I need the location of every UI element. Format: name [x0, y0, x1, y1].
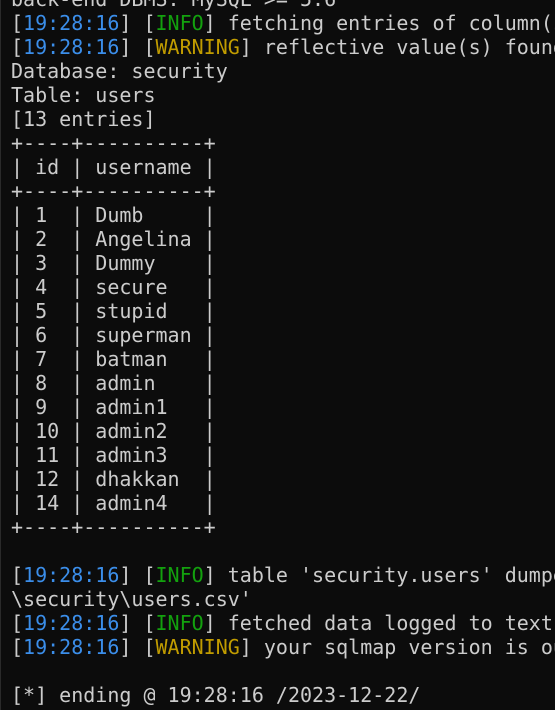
table-row: | 11 | admin3 |	[11, 443, 216, 467]
table-row: | 3 | Dummy |	[11, 251, 216, 275]
log-timestamp: 19:28:16	[23, 563, 120, 587]
terminal-output: back-end DBMS: MySQL >= 5.6 [19:28:16] […	[11, 0, 555, 707]
log-line-warning: [19:28:16] [WARNING] your sqlmap version…	[11, 635, 555, 659]
log-message: your sqlmap version is ou	[251, 635, 555, 659]
table-row: | 2 | Angelina |	[11, 227, 216, 251]
log-level-info: INFO	[155, 563, 204, 587]
table-row: | 5 | stupid |	[11, 299, 216, 323]
log-line-info: [19:28:16] [INFO] fetching entries of co…	[11, 11, 555, 35]
table-header: | id | username |	[11, 155, 216, 179]
log-line-info: [19:28:16] [INFO] table 'security.users'…	[11, 563, 555, 587]
table-label: Table: users	[11, 83, 156, 107]
ending-line: [*] ending @ 19:28:16 /2023-12-22/	[11, 683, 421, 707]
table-row: | 7 | batman |	[11, 347, 216, 371]
table-row: | 6 | superman |	[11, 323, 216, 347]
window-edge	[0, 0, 1, 710]
log-message: fetching entries of column(s	[215, 11, 555, 35]
log-timestamp: 19:28:16	[23, 611, 120, 635]
log-level-warning: WARNING	[155, 35, 240, 59]
entries-count: [13 entries]	[11, 107, 156, 131]
log-timestamp: 19:28:16	[23, 635, 120, 659]
table-border-top: +----+----------+	[11, 131, 216, 155]
table-row: | 14 | admin4 |	[11, 491, 216, 515]
log-message: fetched data logged to text	[215, 611, 553, 635]
log-message: reflective value(s) found	[251, 35, 555, 59]
table-row: | 9 | admin1 |	[11, 395, 216, 419]
log-line-continuation: \security\users.csv'	[11, 587, 555, 611]
table-row: | 4 | secure |	[11, 275, 216, 299]
log-level-info: INFO	[155, 611, 204, 635]
terminal-window[interactable]: back-end DBMS: MySQL >= 5.6 [19:28:16] […	[0, 0, 555, 710]
table-border-mid: +----+----------+	[11, 179, 216, 203]
log-line-warning: [19:28:16] [WARNING] reflective value(s)…	[11, 35, 555, 59]
log-level-warning: WARNING	[155, 635, 240, 659]
table-row: | 10 | admin2 |	[11, 419, 216, 443]
database-label: Database: security	[11, 59, 228, 83]
table-row: | 1 | Dumb |	[11, 203, 216, 227]
log-line-info: [19:28:16] [INFO] fetched data logged to…	[11, 611, 553, 635]
log-level-info: INFO	[155, 11, 204, 35]
log-timestamp: 19:28:16	[23, 11, 120, 35]
log-message: table 'security.users' dumpe	[215, 563, 555, 587]
table-border-bottom: +----+----------+	[11, 515, 216, 539]
log-line-dbms: back-end DBMS: MySQL >= 5.6	[11, 0, 555, 11]
log-text: \security\users.csv'	[11, 587, 252, 611]
table-row: | 12 | dhakkan |	[11, 467, 216, 491]
table-row: | 8 | admin |	[11, 371, 216, 395]
log-timestamp: 19:28:16	[23, 35, 120, 59]
log-text: back-end DBMS: MySQL >= 5.6	[11, 0, 336, 11]
